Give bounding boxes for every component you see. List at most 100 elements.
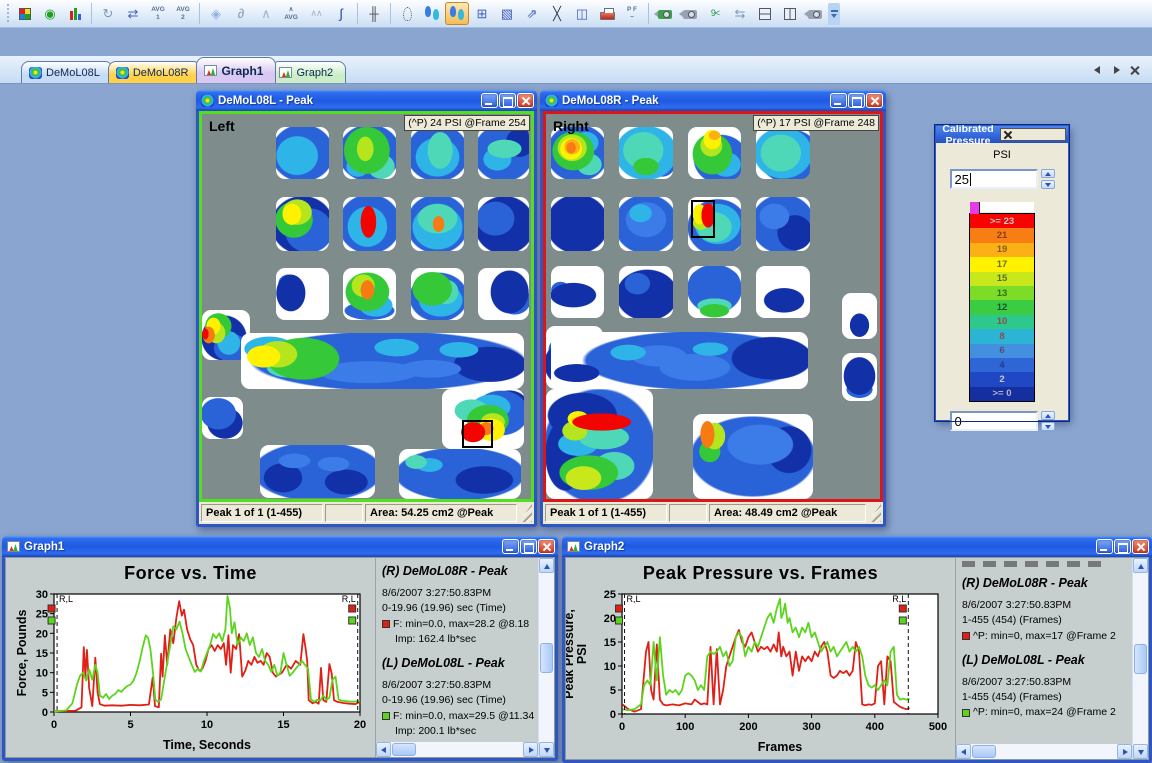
pressure-cell[interactable] bbox=[343, 197, 396, 251]
peak-pressure-chart[interactable]: 05101520250100200300400500R,LR,LFramesPe… bbox=[566, 584, 952, 756]
pressure-cell[interactable] bbox=[343, 127, 396, 179]
pressure-cell[interactable] bbox=[478, 197, 529, 251]
toolbar-grip[interactable] bbox=[5, 4, 10, 24]
maximize-button[interactable] bbox=[499, 93, 516, 108]
close-button[interactable] bbox=[517, 93, 534, 108]
pressure-cell[interactable] bbox=[343, 268, 396, 320]
maximize-button[interactable] bbox=[520, 539, 537, 554]
force-time-chart[interactable]: 05101520253005101520R,LR,LTime, SecondsF… bbox=[6, 584, 372, 754]
smoothing-icon[interactable]: ∂ bbox=[229, 2, 253, 25]
pressure-cell[interactable] bbox=[478, 127, 529, 179]
mirror-icon[interactable]: ⇄ bbox=[121, 2, 145, 25]
minimize-button[interactable] bbox=[481, 93, 498, 108]
active-cell-icon[interactable] bbox=[445, 2, 469, 25]
scroll-up-icon[interactable] bbox=[539, 558, 554, 573]
tab-graph2[interactable]: Graph2 bbox=[271, 61, 346, 83]
scroll-thumb[interactable] bbox=[540, 643, 553, 673]
tile-vertical-icon[interactable] bbox=[778, 2, 802, 25]
pressure-cell[interactable] bbox=[756, 127, 809, 179]
pf-display-icon[interactable]: P F~ bbox=[620, 2, 644, 25]
peak-pressure-chart-zone[interactable]: Peak Pressure vs. Frames 051015202501002… bbox=[566, 558, 956, 759]
pressure-cell[interactable] bbox=[688, 266, 741, 318]
close-button[interactable] bbox=[866, 93, 883, 108]
pressure-cell[interactable] bbox=[842, 353, 877, 401]
tab-close-icon[interactable] bbox=[1129, 64, 1142, 77]
pressure-cell[interactable] bbox=[619, 127, 672, 179]
close-button[interactable] bbox=[1132, 539, 1149, 554]
gridlines-icon[interactable]: ╫ bbox=[362, 2, 386, 25]
max-spin-up-icon[interactable] bbox=[1041, 169, 1055, 178]
pressure-cell[interactable] bbox=[276, 127, 329, 179]
pressure-cell[interactable] bbox=[202, 397, 243, 439]
graph2-horizontal-scrollbar[interactable] bbox=[956, 744, 1132, 759]
scroll-right-icon[interactable] bbox=[523, 742, 538, 757]
minimize-button[interactable] bbox=[502, 539, 519, 554]
pressure-cell[interactable] bbox=[411, 127, 464, 179]
pressure-cell[interactable] bbox=[411, 268, 464, 320]
graph1-titlebar[interactable]: Graph1 bbox=[2, 536, 558, 557]
resize-grip[interactable] bbox=[868, 504, 881, 522]
palette-titlebar[interactable]: Calibrated Pressure bbox=[936, 126, 1068, 143]
graph1-vertical-scrollbar[interactable] bbox=[538, 558, 554, 757]
graph2-vertical-scrollbar[interactable] bbox=[1132, 558, 1148, 759]
minimize-button[interactable] bbox=[1096, 539, 1113, 554]
scroll-down-icon[interactable] bbox=[539, 742, 554, 757]
max-spin-down-icon[interactable] bbox=[1041, 180, 1055, 189]
tile-horizontal-icon[interactable] bbox=[753, 2, 777, 25]
tab-scroll-right-icon[interactable] bbox=[1110, 64, 1123, 77]
tab-scroll-left-icon[interactable] bbox=[1091, 64, 1104, 77]
pressure-cell[interactable] bbox=[411, 197, 464, 251]
pressure-cell[interactable] bbox=[688, 127, 741, 179]
pressure-cell[interactable] bbox=[399, 449, 521, 499]
screen-capture-icon[interactable] bbox=[803, 2, 827, 25]
average-curve-icon[interactable]: ∧AVG bbox=[279, 2, 303, 25]
pressure-cell[interactable] bbox=[546, 389, 653, 499]
pressure-cell[interactable] bbox=[478, 268, 529, 320]
average-2-icon[interactable]: AVG2 bbox=[171, 2, 195, 25]
pressure-cell[interactable] bbox=[442, 389, 524, 449]
scroll-left-icon[interactable] bbox=[956, 744, 971, 759]
force-time-chart-zone[interactable]: Force vs. Time 05101520253005101520R,LR,… bbox=[6, 558, 376, 757]
cell-grid-icon[interactable]: ⊞ bbox=[470, 2, 494, 25]
pressure-cell[interactable] bbox=[276, 268, 329, 320]
pressure-cell[interactable] bbox=[756, 197, 809, 251]
gauge-icon[interactable]: ◫ bbox=[570, 2, 594, 25]
selected-cell-outline[interactable] bbox=[462, 420, 493, 447]
peak-curve-icon[interactable]: ∧ bbox=[254, 2, 278, 25]
scroll-down-icon[interactable] bbox=[1133, 744, 1148, 759]
maximize-button[interactable] bbox=[1114, 539, 1131, 554]
3d-view-icon[interactable] bbox=[63, 2, 87, 25]
2d-view-icon[interactable] bbox=[13, 2, 37, 25]
scroll-thumb[interactable] bbox=[972, 745, 996, 758]
pressure-cell[interactable] bbox=[551, 266, 604, 318]
tools-icon[interactable]: ╳ bbox=[545, 2, 569, 25]
min-spin-down-icon[interactable] bbox=[1041, 422, 1055, 431]
pressure-cell[interactable] bbox=[241, 333, 524, 389]
film-print-icon[interactable] bbox=[595, 2, 619, 25]
scroll-right-icon[interactable] bbox=[1117, 744, 1132, 759]
min-spin-up-icon[interactable] bbox=[1041, 411, 1055, 420]
pressure-cell[interactable] bbox=[842, 293, 877, 339]
graph-new-icon[interactable]: ▧ bbox=[495, 2, 519, 25]
zoom-arrow-icon[interactable]: ⇗ bbox=[520, 2, 544, 25]
right-map-titlebar[interactable]: DeMoL08R - Peak bbox=[540, 90, 886, 111]
pressure-cell[interactable] bbox=[260, 445, 375, 498]
min-pressure-input[interactable]: 0 bbox=[950, 411, 1038, 431]
toolbar-overflow-icon[interactable] bbox=[828, 3, 840, 25]
scroll-thumb[interactable] bbox=[1134, 644, 1147, 674]
multi-peak-icon[interactable]: ∧∧ bbox=[304, 2, 328, 25]
video-export-icon[interactable] bbox=[678, 2, 702, 25]
graph1-horizontal-scrollbar[interactable] bbox=[376, 742, 538, 757]
max-pressure-input[interactable]: 25 bbox=[950, 169, 1038, 189]
pressure-cell[interactable] bbox=[276, 197, 329, 251]
both-feet-icon[interactable] bbox=[420, 2, 444, 25]
maximize-button[interactable] bbox=[848, 93, 865, 108]
diamond-marker-icon[interactable]: ◈ bbox=[204, 2, 228, 25]
pressure-cell[interactable] bbox=[756, 266, 809, 318]
integral-icon[interactable]: ∫ bbox=[329, 2, 353, 25]
right-pressure-map[interactable]: Right (^P) 17 PSI @Frame 248 bbox=[546, 114, 880, 499]
graph2-titlebar[interactable]: Graph2 bbox=[562, 536, 1152, 557]
resize-grip[interactable] bbox=[519, 504, 532, 522]
tab-graph1[interactable]: Graph1 bbox=[196, 57, 276, 83]
movie-camera-icon[interactable] bbox=[653, 2, 677, 25]
